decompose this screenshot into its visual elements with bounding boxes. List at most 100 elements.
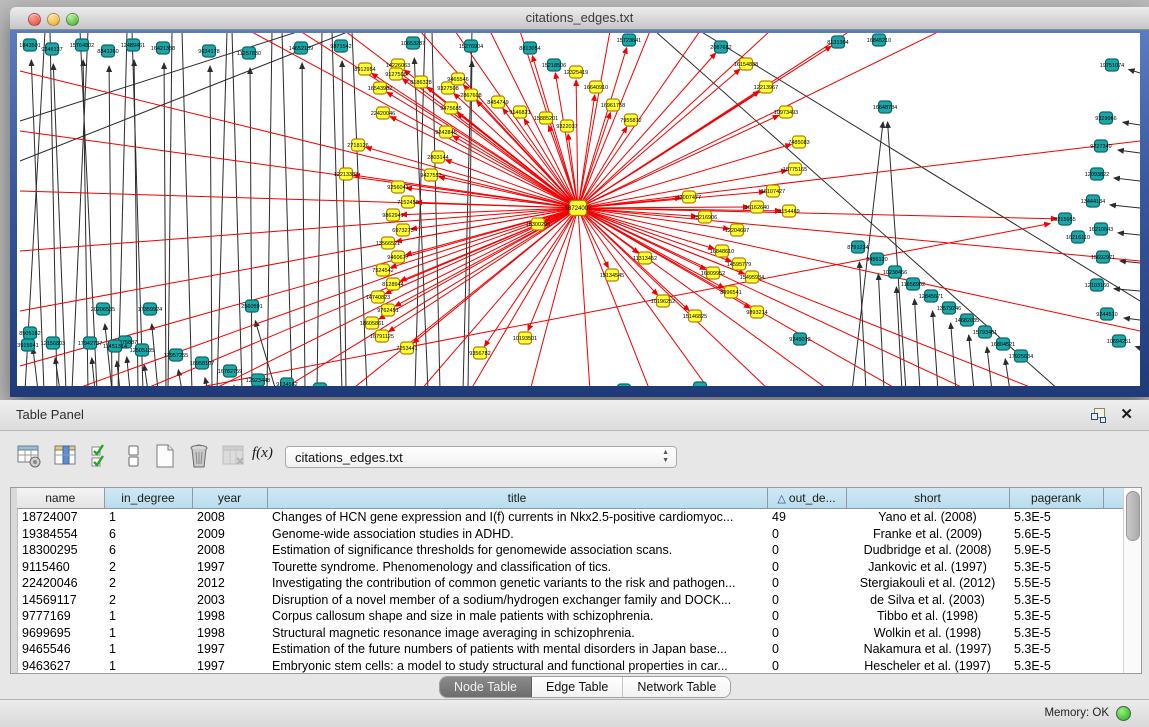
graph-node[interactable]: 17957255	[164, 349, 188, 361]
graph-node[interactable]: 18605861	[360, 317, 384, 329]
graph-node[interactable]: 13579246	[937, 302, 961, 314]
graph-node[interactable]: 12489461	[121, 39, 145, 51]
cell-title[interactable]: Tourette syndrome. Phenomenology and cla…	[267, 559, 767, 576]
graph-node[interactable]: 9245012	[789, 333, 810, 345]
graph-node[interactable]: 10452103	[308, 383, 332, 386]
column-header-pagerank[interactable]: pagerank	[1009, 488, 1103, 509]
cell-filler[interactable]	[1103, 542, 1125, 559]
cell-short[interactable]: Yano et al. (2008)	[846, 509, 1009, 526]
graph-node[interactable]: 9227349	[1090, 140, 1111, 152]
cell-name[interactable]: 9777169	[17, 608, 104, 625]
column-header-filler[interactable]	[1103, 488, 1125, 509]
graph-node[interactable]: 7955812	[620, 114, 641, 126]
graph-node[interactable]: 12103160	[1085, 279, 1109, 291]
cell-in_degree[interactable]: 1	[104, 608, 192, 625]
graph-node[interactable]: 19751074	[1100, 59, 1124, 71]
cell-short[interactable]: Stergiakouli et al. (2012)	[846, 575, 1009, 592]
table-settings-icon[interactable]	[16, 443, 42, 469]
cell-title[interactable]: Structural magnetic resonance image aver…	[267, 625, 767, 642]
attribute-table[interactable]: namein_degreeyeartitle△ out_de...shortpa…	[17, 488, 1126, 674]
graph-node[interactable]: 10694251	[1107, 335, 1131, 347]
column-select-icon[interactable]	[53, 443, 79, 469]
cell-pagerank[interactable]: 5.3E-5	[1009, 625, 1103, 642]
graph-node[interactable]: 9871542	[330, 40, 351, 52]
graph-node[interactable]: 2087682	[710, 41, 731, 53]
graph-node[interactable]: 16107427	[761, 185, 785, 197]
close-panel-icon[interactable]: ✕	[1120, 405, 1133, 423]
cell-pagerank[interactable]: 5.9E-5	[1009, 542, 1103, 559]
float-panel-icon[interactable]	[1091, 408, 1105, 421]
create-table-icon[interactable]	[152, 443, 178, 469]
graph-node[interactable]: 12213383	[334, 168, 358, 180]
cell-in_degree[interactable]: 2	[104, 592, 192, 609]
delete-table-icon[interactable]	[186, 443, 212, 469]
graph-node[interactable]: 7485083	[788, 136, 809, 148]
graph-node[interactable]: 2560591	[241, 300, 262, 312]
cell-short[interactable]: de Silva et al. (2003)	[846, 592, 1009, 609]
graph-node[interactable]: 15134545	[600, 269, 624, 281]
scrollbar-thumb[interactable]	[1126, 491, 1140, 541]
cell-out_de...[interactable]: 0	[767, 575, 846, 592]
graph-node[interactable]: 9146821	[509, 106, 530, 118]
graph-node[interactable]: 8912954	[354, 63, 375, 75]
cell-in_degree[interactable]: 2	[104, 559, 192, 576]
table-row[interactable]: 946362711997Embryonic stem cells: a mode…	[17, 658, 1125, 675]
graph-node[interactable]: 12923448	[246, 374, 270, 386]
graph-node[interactable]: 8505182	[19, 327, 40, 339]
graph-node[interactable]: 15495934	[740, 271, 764, 283]
cell-filler[interactable]	[1103, 559, 1125, 576]
graph-node[interactable]: 6973273	[392, 224, 413, 236]
cell-title[interactable]: Embryonic stem cells: a model to study s…	[267, 658, 767, 675]
cell-name[interactable]: 9465546	[17, 641, 104, 658]
table-row[interactable]: 969969511998Structural magnetic resonanc…	[17, 625, 1125, 642]
graph-node[interactable]: 1843501	[19, 39, 40, 51]
graph-node[interactable]: 8813054	[519, 42, 540, 54]
cell-title[interactable]: Genome-wide association studies in ADHD.	[267, 526, 767, 543]
graph-node[interactable]: 12093822	[1085, 168, 1109, 180]
cell-filler[interactable]	[1103, 641, 1125, 658]
graph-node[interactable]: 7152450	[397, 196, 418, 208]
graph-node[interactable]: 8791234	[847, 241, 868, 253]
cell-name[interactable]: 22420046	[17, 575, 104, 592]
graph-node[interactable]: 9322037	[556, 120, 577, 132]
cell-filler[interactable]	[1103, 526, 1125, 543]
graph-node[interactable]: 16782759	[218, 365, 242, 377]
cell-title[interactable]: Estimation of significance thresholds fo…	[267, 542, 767, 559]
cell-filler[interactable]	[1103, 658, 1125, 675]
table-scrollbar[interactable]	[1123, 488, 1141, 673]
function-builder-icon[interactable]: f(x)	[252, 445, 286, 471]
cell-out_de...[interactable]: 0	[767, 542, 846, 559]
cell-year[interactable]: 1997	[192, 641, 267, 658]
cell-out_de...[interactable]: 0	[767, 641, 846, 658]
cell-pagerank[interactable]: 5.6E-5	[1009, 526, 1103, 543]
graph-node[interactable]: 15885201	[534, 112, 558, 124]
cell-name[interactable]: 9463627	[17, 658, 104, 675]
graph-node[interactable]: 2718126	[347, 139, 368, 151]
graph-node[interactable]: 9154469	[778, 205, 799, 217]
graph-node[interactable]: 16640910	[584, 81, 608, 93]
graph-node[interactable]: 10193501	[513, 332, 537, 344]
graph-node[interactable]: 16791125	[370, 330, 394, 342]
table-row[interactable]: 1938455462009Genome-wide association stu…	[17, 526, 1125, 543]
cell-short[interactable]: Jankovic et al. (1997)	[846, 559, 1009, 576]
graph-node[interactable]: 16648784	[873, 101, 897, 113]
cell-out_de...[interactable]: 49	[767, 509, 846, 526]
cell-year[interactable]: 2008	[192, 542, 267, 559]
column-header-title[interactable]: title	[267, 488, 767, 509]
cell-name[interactable]: 18300295	[17, 542, 104, 559]
graph-node[interactable]: 12845671	[919, 290, 943, 302]
cell-pagerank[interactable]: 5.3E-5	[1009, 559, 1103, 576]
cell-year[interactable]: 1997	[192, 559, 267, 576]
show-columns-icon[interactable]	[89, 443, 115, 469]
graph-node[interactable]: 11257830	[237, 47, 261, 59]
graph-node[interactable]: 9356782	[469, 347, 490, 359]
cell-filler[interactable]	[1103, 575, 1125, 592]
graph-node[interactable]: 17925634	[1009, 350, 1033, 362]
cell-in_degree[interactable]: 1	[104, 641, 192, 658]
cell-out_de...[interactable]: 0	[767, 526, 846, 543]
graph-node[interactable]: 9427552	[420, 169, 441, 181]
table-row[interactable]: 977716911998Corpus callosum shape and si…	[17, 608, 1125, 625]
graph-node[interactable]: 16154838	[734, 58, 758, 70]
graph-node[interactable]: 14652109	[289, 42, 313, 54]
cell-short[interactable]: Tibbo et al. (1998)	[846, 608, 1009, 625]
